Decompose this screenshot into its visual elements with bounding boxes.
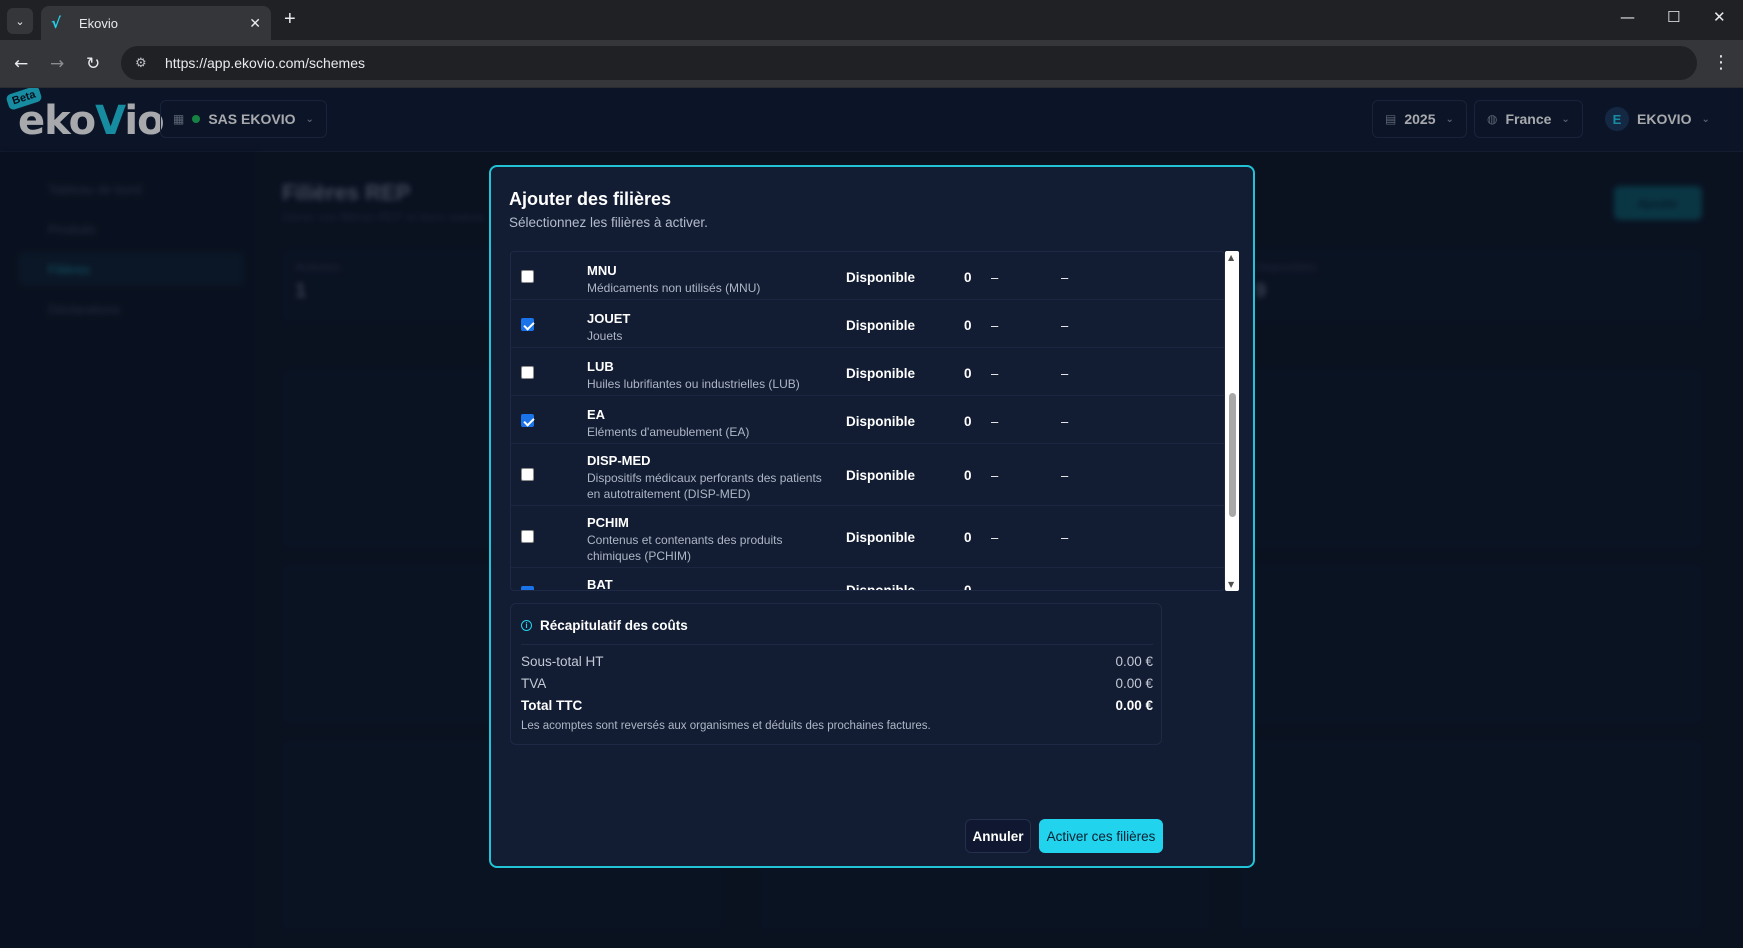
schemes-list[interactable]: MNU Médicaments non utilisés (MNU) Dispo… — [510, 251, 1225, 591]
divider — [521, 644, 1153, 645]
scheme-col2: – — [1061, 414, 1069, 429]
list-scrollbar[interactable]: ▲ ▼ — [1225, 251, 1239, 591]
scheme-status: Disponible — [846, 414, 916, 429]
cost-summary-header: i Récapitulatif des coûts — [521, 618, 688, 633]
scheme-count: 0 — [964, 366, 972, 381]
scheme-code: DISP-MED — [587, 453, 651, 468]
list-item[interactable]: PCHIM Contenus et contenants des produit… — [511, 506, 1224, 568]
minimize-icon[interactable]: — — [1620, 8, 1635, 26]
list-item[interactable]: LUB Huiles lubrifiantes ou industrielles… — [511, 348, 1224, 396]
reload-icon[interactable]: ↻ — [86, 54, 100, 74]
window-close-icon[interactable]: ✕ — [1713, 8, 1726, 26]
scheme-description: Huiles lubrifiantes ou industrielles (LU… — [587, 377, 800, 391]
scheme-description: Contenus et contenants des produits chim… — [587, 533, 783, 563]
scheme-col1: – — [991, 270, 999, 285]
scheme-description: Dispositifs médicaux perforants des pati… — [587, 471, 822, 501]
app-root: ekoVio Beta ▦ SAS EKOVIO ⌄ ▤ 2025 ⌄ ◍ Fr… — [0, 88, 1743, 948]
scheme-col2: – — [1061, 270, 1069, 285]
ekovio-favicon-icon: √ — [51, 14, 62, 32]
list-item[interactable]: MNU Médicaments non utilisés (MNU) Dispo… — [511, 252, 1224, 300]
activate-schemes-button[interactable]: Activer ces filières — [1039, 819, 1163, 853]
scheme-col2: – — [1061, 366, 1069, 381]
scheme-checkbox[interactable] — [521, 586, 534, 590]
browser-tabbar: ⌄ √ Ekovio ✕ + — ☐ ✕ — [0, 0, 1743, 40]
list-item[interactable]: JOUET Jouets Disponible 0 – – — [511, 300, 1224, 348]
subtotal-value: 0.00 € — [1115, 654, 1153, 669]
scheme-description: Eléments d'ameublement (EA) — [587, 425, 750, 439]
scheme-status: Disponible — [846, 318, 916, 333]
forward-icon[interactable]: → — [50, 54, 64, 74]
scheme-description: Jouets — [587, 329, 623, 343]
list-item[interactable]: DISP-MED Dispositifs médicaux perforants… — [511, 444, 1224, 506]
scheme-code: BAT — [587, 577, 613, 591]
cost-summary-title: Récapitulatif des coûts — [540, 618, 688, 633]
scheme-col1: – — [991, 366, 999, 381]
scheme-status: Disponible — [846, 366, 916, 381]
tab-title: Ekovio — [79, 15, 119, 31]
scheme-count: 0 — [964, 414, 972, 429]
cost-summary: i Récapitulatif des coûts Sous-total HT … — [510, 603, 1162, 745]
scroll-up-icon[interactable]: ▲ — [1228, 253, 1234, 262]
scheme-code: JOUET — [587, 311, 631, 326]
subtotal-label: Sous-total HT — [521, 654, 604, 669]
scheme-code: MNU — [587, 263, 617, 278]
scheme-col1: – — [991, 468, 999, 483]
scheme-count: 0 — [964, 468, 972, 483]
scheme-count: 0 — [964, 318, 972, 333]
total-label: Total TTC — [521, 698, 583, 713]
subtotal-row: Sous-total HT 0.00 € — [521, 654, 1153, 669]
scheme-col2: – — [1061, 530, 1069, 545]
tva-value: 0.00 € — [1115, 676, 1153, 691]
scheme-checkbox[interactable] — [521, 414, 534, 427]
scheme-col2: – — [1061, 468, 1069, 483]
scheme-col1: – — [991, 318, 999, 333]
scrollbar-thumb[interactable] — [1229, 393, 1236, 517]
add-schemes-modal: Ajouter des filières Sélectionnez les fi… — [489, 165, 1255, 868]
maximize-icon[interactable]: ☐ — [1667, 8, 1680, 26]
new-tab-icon[interactable]: + — [284, 8, 296, 30]
address-bar[interactable]: ⚙ https://app.ekovio.com/schemes — [121, 46, 1697, 80]
scheme-status: Disponible — [846, 468, 916, 483]
scheme-status: Disponible — [846, 270, 916, 285]
scheme-code: LUB — [587, 359, 614, 374]
total-value: 0.00 € — [1115, 698, 1153, 713]
back-icon[interactable]: ← — [14, 54, 28, 74]
scheme-col2: – — [1061, 318, 1069, 333]
tva-row: TVA 0.00 € — [521, 676, 1153, 691]
info-icon: i — [521, 620, 532, 631]
scheme-col1: – — [991, 530, 999, 545]
scheme-checkbox[interactable] — [521, 366, 534, 379]
cancel-button[interactable]: Annuler — [965, 819, 1031, 853]
site-info-icon[interactable]: ⚙ — [135, 56, 157, 71]
scheme-count: 0 — [964, 530, 972, 545]
scheme-col1: – — [991, 583, 999, 591]
browser-menu-icon[interactable]: ⋮ — [1712, 52, 1730, 73]
scheme-description: Médicaments non utilisés (MNU) — [587, 281, 761, 295]
browser-tab[interactable]: √ Ekovio ✕ — [41, 6, 271, 40]
scheme-code: PCHIM — [587, 515, 629, 530]
scheme-status: Disponible — [846, 530, 916, 545]
cost-note: Les acomptes sont reversés aux organisme… — [521, 720, 931, 732]
total-row: Total TTC 0.00 € — [521, 698, 1153, 713]
url-text: https://app.ekovio.com/schemes — [165, 55, 365, 71]
tab-search-icon[interactable]: ⌄ — [7, 8, 33, 34]
scheme-code: EA — [587, 407, 606, 422]
scheme-count: 0 — [964, 270, 972, 285]
scheme-col2: – — [1061, 583, 1069, 591]
scheme-col1: – — [991, 414, 999, 429]
scheme-checkbox[interactable] — [521, 468, 534, 481]
modal-subtitle: Sélectionnez les filières à activer. — [509, 215, 708, 230]
modal-title: Ajouter des filières — [509, 189, 672, 209]
scheme-checkbox[interactable] — [521, 270, 534, 283]
scheme-checkbox[interactable] — [521, 318, 534, 331]
scheme-checkbox[interactable] — [521, 530, 534, 543]
tab-close-icon[interactable]: ✕ — [249, 15, 261, 32]
list-item[interactable]: EA Eléments d'ameublement (EA) Disponibl… — [511, 396, 1224, 444]
browser-toolbar: ← → ↻ ⚙ https://app.ekovio.com/schemes ⋮ — [0, 40, 1743, 88]
tva-label: TVA — [521, 676, 547, 691]
scroll-down-icon[interactable]: ▼ — [1228, 580, 1234, 589]
scheme-status: Disponible — [846, 583, 916, 591]
list-item[interactable]: BAT Disponible 0 – – — [511, 568, 1224, 591]
scheme-count: 0 — [964, 583, 972, 591]
